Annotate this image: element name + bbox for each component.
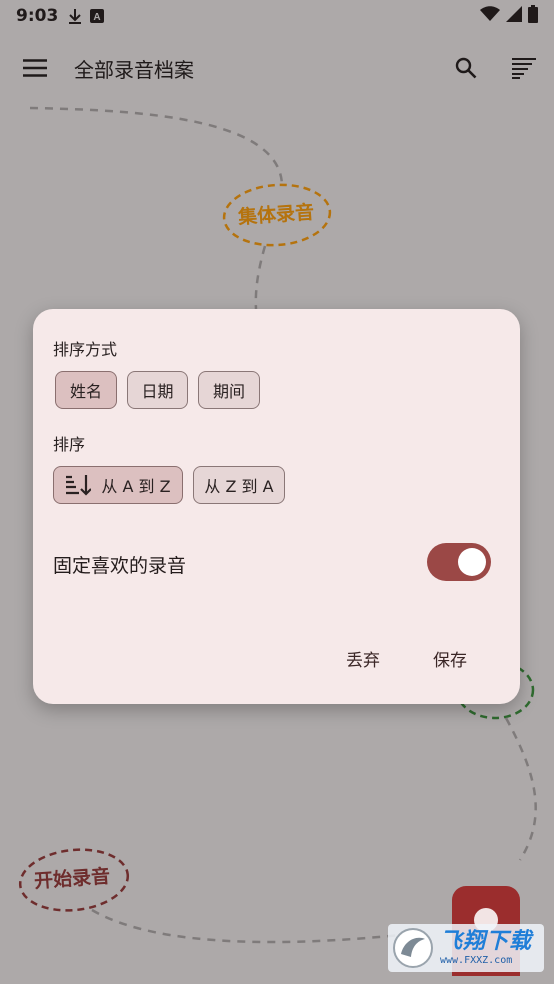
menu-icon[interactable] [18, 53, 52, 83]
chip-label: 从 A 到 Z [101, 477, 171, 496]
chip-label: 姓名 [69, 382, 102, 401]
battery-icon [528, 4, 538, 28]
sort-by-date-chip[interactable]: 日期 [127, 371, 188, 409]
start-recording-bubble[interactable]: 开始录音 [33, 861, 111, 893]
sort-by-duration-chip[interactable]: 期间 [198, 371, 260, 409]
group-recording-bubble[interactable]: 集体录音 [237, 197, 315, 229]
pin-favorites-switch[interactable] [427, 543, 491, 581]
download-icon [68, 8, 82, 24]
top-app-bar: 全部录音档案 [0, 36, 554, 100]
a-icon: A [90, 9, 105, 23]
order-z-to-a-chip[interactable]: 从 Z 到 A [193, 466, 285, 504]
order-label: 排序 [53, 435, 86, 454]
sort-by-name-chip[interactable]: 姓名 [55, 371, 117, 409]
chip-label: 日期 [141, 382, 174, 401]
chip-label: 期间 [212, 382, 245, 401]
chip-label: 从 Z 到 A [204, 477, 274, 496]
order-a-to-z-chip[interactable]: 从 A 到 Z [53, 466, 183, 504]
signal-icon [506, 5, 522, 27]
discard-button[interactable]: 丢弃 [346, 643, 380, 673]
status-time: 9:03 [16, 6, 59, 26]
watermark: 飞翔下载 www.FXXZ.com [388, 924, 544, 972]
watermark-logo-icon [393, 928, 433, 968]
wifi-icon [480, 5, 500, 27]
svg-text:A: A [94, 12, 101, 23]
watermark-url: www.FXXZ.com [440, 954, 513, 966]
search-icon[interactable] [450, 52, 482, 84]
status-bar: 9:03 A [0, 0, 554, 32]
pin-favorites-label: 固定喜欢的录音 [53, 555, 187, 577]
switch-knob [458, 548, 486, 576]
save-button[interactable]: 保存 [433, 643, 467, 673]
page-title: 全部录音档案 [74, 58, 194, 82]
sort-list-icon[interactable] [508, 52, 540, 84]
sort-by-label: 排序方式 [53, 340, 118, 359]
watermark-main-text: 飞翔下载 [440, 928, 533, 954]
sort-ascending-icon [65, 474, 92, 496]
sort-dialog: 排序方式 姓名 日期 期间 排序 从 A 到 Z 从 Z 到 A 固定喜欢的录音… [33, 309, 520, 704]
